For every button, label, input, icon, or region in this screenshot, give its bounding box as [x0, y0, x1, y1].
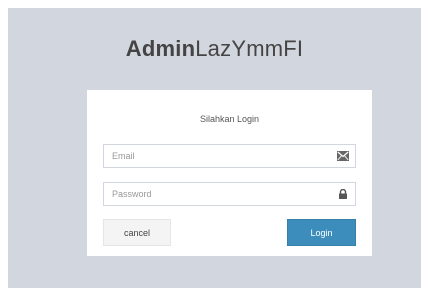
- lock-icon: [339, 189, 347, 199]
- login-page: AdminLazYmmFI Silahkan Login cancel Logi…: [8, 8, 421, 288]
- login-box-message: Silahkan Login: [199, 114, 260, 124]
- password-field-group: [103, 182, 356, 206]
- logo-light-text: LazYmmFI: [195, 36, 304, 61]
- envelope-icon: [337, 151, 349, 161]
- email-input[interactable]: [104, 145, 332, 167]
- cancel-button[interactable]: cancel: [103, 219, 171, 246]
- password-input[interactable]: [104, 183, 332, 205]
- logo-bold-text: Admin: [125, 36, 196, 61]
- login-box: Silahkan Login cancel Login: [87, 90, 372, 256]
- email-field-group: [103, 144, 356, 168]
- login-button[interactable]: Login: [287, 219, 356, 246]
- app-logo[interactable]: AdminLazYmmFI: [8, 36, 421, 62]
